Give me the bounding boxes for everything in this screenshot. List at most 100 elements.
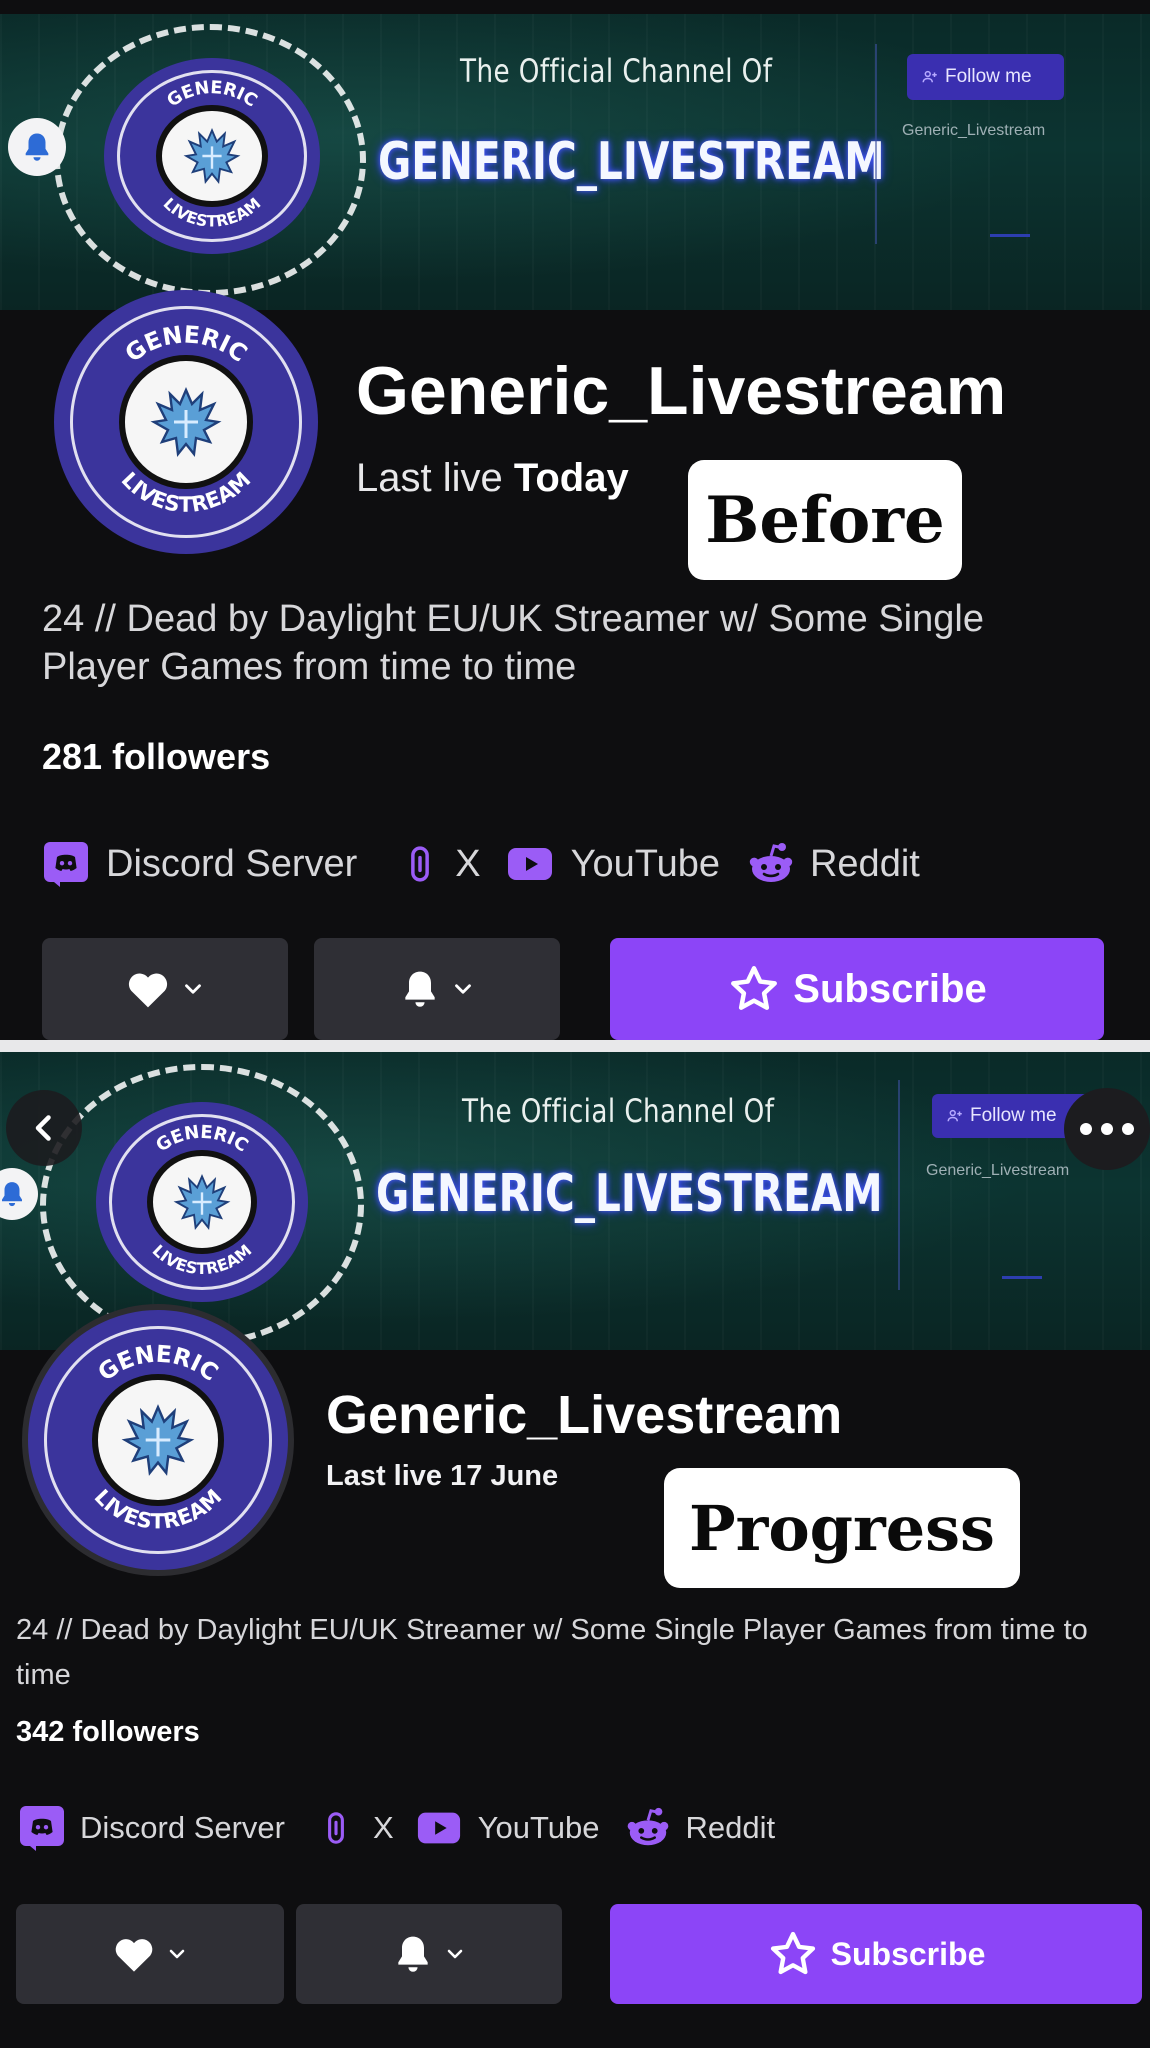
bell-icon <box>20 130 54 164</box>
banner-divider <box>875 44 877 244</box>
svg-text:GENERIC: GENERIC <box>93 1340 224 1387</box>
panel-divider <box>0 1040 1150 1052</box>
star-icon <box>727 962 781 1016</box>
avatar-text-top: GENERIC <box>120 320 253 367</box>
reddit-link-label: Reddit <box>809 842 920 885</box>
banner-follow-label: Follow me <box>945 66 1032 87</box>
banner-accent-dash <box>990 234 1030 237</box>
before-label: Before <box>688 460 962 580</box>
svg-text:GENERIC: GENERIC <box>120 320 253 367</box>
follower-count: 342 followers <box>16 1716 200 1748</box>
follow-user-icon <box>946 1107 964 1125</box>
x-link[interactable]: X <box>401 840 481 888</box>
x-link[interactable]: X <box>319 1805 394 1851</box>
follow-heart-button[interactable] <box>42 938 288 1040</box>
discord-link[interactable]: Discord Server <box>18 1804 285 1852</box>
channel-name: Generic_Livestream <box>326 1385 843 1445</box>
bell-icon <box>391 1932 435 1976</box>
last-live-value: Today <box>513 456 629 500</box>
more-icon <box>1080 1123 1134 1135</box>
youtube-icon <box>501 840 559 888</box>
before-panel: The Official Channel Of GENERIC_LIVESTRE… <box>0 0 1150 1040</box>
svg-text:LIVESTREAM: LIVESTREAM <box>90 1484 227 1533</box>
banner-divider <box>898 1080 900 1290</box>
social-links: Discord Server X YouTube Reddit <box>42 836 920 892</box>
notifications-button[interactable] <box>314 938 560 1040</box>
banner-follow-button: Follow me <box>907 54 1064 100</box>
x-link-label: X <box>373 1810 394 1845</box>
banner-title: GENERIC_LIVESTREAM <box>376 1164 883 1224</box>
star-icon <box>767 1928 819 1980</box>
profile-avatar[interactable]: GENERIC LIVESTREAM <box>22 1304 294 1576</box>
discord-icon <box>18 1804 66 1852</box>
x-link-label: X <box>455 842 481 885</box>
svg-text:GENERIC: GENERIC <box>152 1122 252 1157</box>
follower-count: 281 followers <box>42 736 271 777</box>
social-links: Discord Server X YouTube Reddit <box>18 1802 775 1854</box>
profile-avatar[interactable]: GENERIC LIVESTREAM <box>54 290 318 554</box>
youtube-link[interactable]: YouTube <box>501 840 720 888</box>
chevron-down-icon <box>180 976 206 1002</box>
last-live-status: Last live Today <box>356 456 629 501</box>
channel-bio: 24 // Dead by Daylight EU/UK Streamer w/… <box>42 598 984 688</box>
svg-text:LIVESTREAM: LIVESTREAM <box>117 467 256 517</box>
banner-title: GENERIC_LIVESTREAM <box>378 132 885 192</box>
youtube-link-label: YouTube <box>477 1810 600 1845</box>
link-icon <box>319 1805 353 1851</box>
svg-text:LIVESTREAM: LIVESTREAM <box>149 1241 256 1278</box>
discord-link[interactable]: Discord Server <box>42 840 357 888</box>
last-live-value: 17 June <box>450 1460 559 1492</box>
banner-accent-dash <box>1002 1276 1042 1279</box>
banner-handle: Generic_Livestream <box>926 1162 1070 1179</box>
logo-text-bottom: LIVESTREAM <box>149 1241 256 1278</box>
follow-user-icon <box>921 68 939 86</box>
follow-heart-button[interactable] <box>16 1904 284 2004</box>
reddit-icon <box>744 840 798 888</box>
bell-icon <box>0 1179 27 1209</box>
banner-follow-label: Follow me <box>970 1105 1057 1126</box>
youtube-icon <box>412 1805 466 1851</box>
subscribe-label: Subscribe <box>830 1935 986 1972</box>
logo-text-top: GENERIC <box>152 1122 252 1157</box>
banner-logo: GENERIC LIVESTREAM <box>104 58 320 254</box>
back-chevron-icon <box>35 1115 51 1141</box>
heart-icon <box>111 1931 157 1977</box>
progress-label: Progress <box>664 1468 1020 1588</box>
banner-subtitle: The Official Channel Of <box>460 52 773 90</box>
logo-text-bottom: LIVESTREAM <box>160 194 265 231</box>
avatar-text-top: GENERIC <box>93 1340 224 1387</box>
last-live-prefix: Last live <box>356 456 503 500</box>
banner-handle: Generic_Livestream <box>902 122 1046 139</box>
last-live-status: Last live 17 June <box>326 1460 558 1493</box>
svg-text:GENERIC: GENERIC <box>164 78 261 111</box>
bell-icon <box>398 967 442 1011</box>
subscribe-label: Subscribe <box>793 966 987 1011</box>
chevron-down-icon <box>165 1942 189 1966</box>
reddit-link[interactable]: Reddit <box>622 1805 776 1851</box>
discord-icon <box>42 840 90 888</box>
chevron-down-icon <box>443 1942 467 1966</box>
notifications-button[interactable] <box>296 1904 562 2004</box>
avatar-text-bottom: LIVESTREAM <box>117 467 256 517</box>
subscribe-button[interactable]: Subscribe <box>610 938 1104 1040</box>
chevron-down-icon <box>450 976 476 1002</box>
progress-panel: The Official Channel Of GENERIC_LIVESTRE… <box>0 1052 1150 2048</box>
last-live-prefix: Last live <box>326 1460 443 1492</box>
discord-link-label: Discord Server <box>80 1810 285 1845</box>
svg-text:LIVESTREAM: LIVESTREAM <box>160 194 265 231</box>
reddit-link-label: Reddit <box>685 1810 776 1845</box>
reddit-link[interactable]: Reddit <box>744 840 920 888</box>
back-button[interactable] <box>6 1090 82 1166</box>
subscribe-button[interactable]: Subscribe <box>610 1904 1142 2004</box>
avatar-text-bottom: LIVESTREAM <box>90 1484 227 1533</box>
youtube-link-label: YouTube <box>570 842 720 885</box>
discord-link-label: Discord Server <box>106 842 358 885</box>
banner-subtitle: The Official Channel Of <box>462 1092 775 1130</box>
notification-bell-button[interactable] <box>8 118 66 176</box>
reddit-icon <box>622 1805 674 1851</box>
channel-name: Generic_Livestream <box>356 353 1007 429</box>
channel-bio: 24 // Dead by Daylight EU/UK Streamer w/… <box>16 1614 1088 1691</box>
more-options-button[interactable] <box>1064 1088 1150 1170</box>
banner-logo: GENERIC LIVESTREAM <box>96 1102 308 1302</box>
youtube-link[interactable]: YouTube <box>412 1805 600 1851</box>
